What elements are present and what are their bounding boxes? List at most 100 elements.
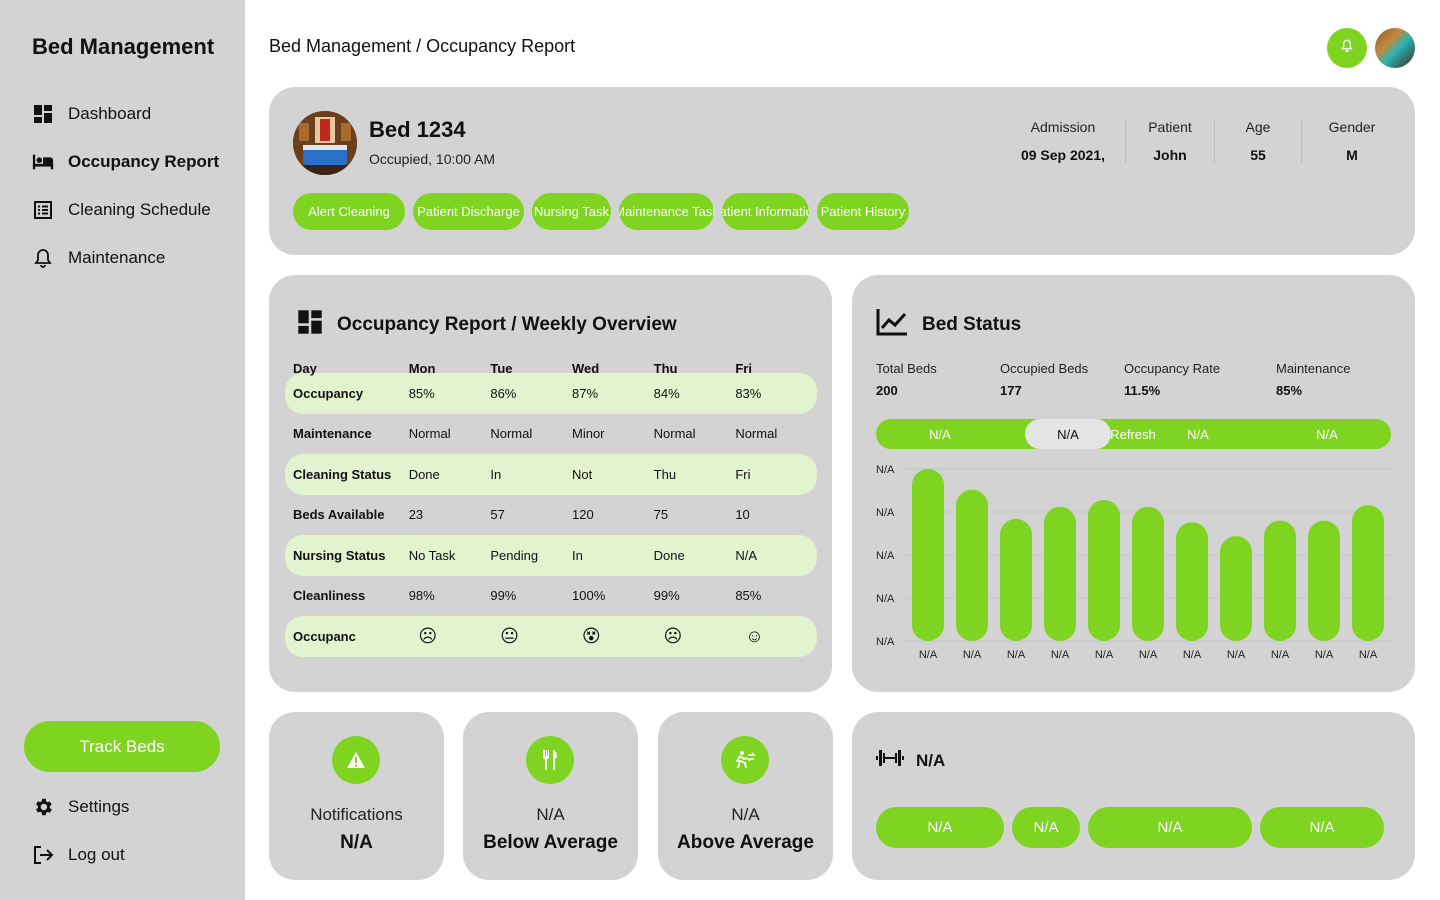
table-cell: 85% xyxy=(735,588,762,604)
chart-bar[interactable] xyxy=(1000,518,1032,641)
nursing-task-button[interactable]: Nursing Task xyxy=(532,193,611,230)
stat-label: Patient xyxy=(1148,119,1192,135)
status-toggle: N/A N/A Refresh N/A N/A xyxy=(876,419,1391,449)
table-cell: 57 xyxy=(490,507,505,523)
equipment-pill[interactable]: N/A xyxy=(1260,807,1384,848)
table-cell: Normal xyxy=(408,426,451,442)
stat-age: Age 55 xyxy=(1214,119,1301,163)
table-cell: 75 xyxy=(653,507,669,523)
row-label: Beds Available xyxy=(293,507,385,523)
equipment-pill[interactable]: N/A xyxy=(1088,807,1252,848)
nav-occupancy-report[interactable]: Occupancy Report xyxy=(32,151,219,173)
toggle-option[interactable]: N/A xyxy=(1296,419,1358,449)
table-cell: Thu xyxy=(653,466,677,482)
logout-link[interactable]: Log out xyxy=(32,844,125,866)
chart-bar[interactable] xyxy=(1088,499,1120,641)
notifications-button[interactable] xyxy=(1327,28,1367,68)
x-tick-label: N/A xyxy=(963,649,982,661)
x-tick-label: N/A xyxy=(1183,649,1202,661)
avatar[interactable] xyxy=(1375,28,1415,68)
x-tick-label: N/A xyxy=(1095,649,1114,661)
patient-discharge-button[interactable]: Patient Discharge xyxy=(413,193,524,230)
table-cell: 84% xyxy=(653,385,680,401)
maintenance-task-button[interactable]: Maintenance Task xyxy=(619,193,714,230)
track-beds-button[interactable]: Track Beds xyxy=(24,721,220,772)
row-label: Occupanc xyxy=(293,628,356,644)
weekly-overview-title: Occupancy Report / Weekly Overview xyxy=(337,314,677,335)
patient-history-button[interactable]: Patient History xyxy=(817,193,909,230)
table-cell: Normal xyxy=(490,426,533,442)
table-row: Occupanc ☹ 😐 😵 ☹ ☺ xyxy=(285,616,817,657)
alert-cleaning-button[interactable]: Alert Cleaning xyxy=(293,193,405,230)
weekly-overview-card: Occupancy Report / Weekly Overview Day M… xyxy=(269,275,832,692)
warning-icon xyxy=(332,736,380,784)
chart-bar[interactable] xyxy=(956,489,988,641)
table-row: Maintenance Normal Normal Minor Normal Normal xyxy=(285,414,817,455)
chart-bar[interactable] xyxy=(1264,520,1296,641)
stat-label: Gender xyxy=(1328,119,1376,135)
table-cell: No Task xyxy=(408,547,456,563)
chart-bar[interactable] xyxy=(912,469,944,641)
table-cell: Normal xyxy=(653,426,696,442)
breadcrumb: Bed Management / Occupancy Report xyxy=(269,36,576,56)
chart-bar[interactable] xyxy=(1132,506,1164,641)
y-tick-label: N/A xyxy=(876,464,895,476)
nav-cleaning-schedule[interactable]: Cleaning Schedule xyxy=(32,199,211,221)
tile-value: N/A xyxy=(340,832,373,853)
y-tick-label: N/A xyxy=(876,636,895,648)
stat-gender: Gender M xyxy=(1301,119,1391,163)
x-tick-label: N/A xyxy=(1271,649,1290,661)
stat-label: Maintenance xyxy=(1276,361,1351,376)
y-tick-label: N/A xyxy=(876,550,895,562)
list-icon xyxy=(32,199,54,221)
patient-information-button[interactable]: Patient Information xyxy=(722,193,809,230)
tile-label: N/A xyxy=(731,805,760,824)
bed-status-chart: N/A N/A N/A N/A N/A N/A N/A N/A N/A N/A N/A N/A N/A N… xyxy=(876,464,1390,661)
table-cell: 😐 xyxy=(500,625,519,646)
table-cell: In xyxy=(490,466,502,482)
row-label: Occupancy xyxy=(293,385,364,401)
dashboard-icon xyxy=(32,103,54,125)
header-cell: Fri xyxy=(735,360,752,376)
table-cell: ☺ xyxy=(745,625,764,646)
chart-bar[interactable] xyxy=(1044,506,1076,641)
occupied-beds-stat: Occupied Beds 177 xyxy=(1000,361,1124,398)
chart-bar[interactable] xyxy=(1220,536,1252,641)
equipment-pill[interactable]: N/A xyxy=(876,807,1004,848)
header-cell: Wed xyxy=(572,360,600,376)
nav-maintenance[interactable]: Maintenance xyxy=(32,247,165,269)
table-cell: In xyxy=(572,547,583,563)
table-cell: Normal xyxy=(735,426,778,442)
notifications-tile: Notifications N/A xyxy=(269,712,444,880)
equipment-pill[interactable]: N/A xyxy=(1012,807,1080,848)
chart-bar[interactable] xyxy=(1308,520,1340,641)
refresh-button[interactable]: Refresh xyxy=(1098,419,1168,449)
nav-cleaning-label: Cleaning Schedule xyxy=(68,200,211,219)
bell-icon xyxy=(1341,39,1353,57)
main-content: Bed Management / Occupancy Report Bed 12… xyxy=(245,0,1440,900)
table-cell: Pending xyxy=(490,547,539,563)
maintenance-stat: Maintenance 85% xyxy=(1276,361,1376,398)
tile-value: Below Average xyxy=(483,832,618,853)
stat-value: John xyxy=(1153,147,1187,163)
nav-dashboard-label: Dashboard xyxy=(68,104,152,123)
tile-value: Above Average xyxy=(677,832,814,853)
chart-bar[interactable] xyxy=(1176,522,1208,641)
table-cell: 99% xyxy=(653,588,680,604)
x-tick-label: N/A xyxy=(1359,649,1378,661)
table-cell: Done xyxy=(408,466,440,482)
table-cell: 23 xyxy=(408,507,424,523)
row-label: Cleaning Status xyxy=(293,466,392,482)
toggle-option[interactable]: N/A xyxy=(1168,419,1228,449)
table-body: Occupancy 85% 86% 87% 84% 83% Maintenance Norma… xyxy=(285,373,817,657)
stat-label: Admission xyxy=(1030,119,1096,135)
x-tick-label: N/A xyxy=(1227,649,1246,661)
toggle-option[interactable]: N/A xyxy=(876,419,1004,449)
table-row: Occupancy 85% 86% 87% 84% 83% xyxy=(285,373,817,414)
nav-dashboard[interactable]: Dashboard xyxy=(32,103,151,125)
settings-link[interactable]: Settings xyxy=(32,796,129,818)
meals-tile: N/A Below Average xyxy=(463,712,638,880)
sidebar: Bed Management Dashboard Occupancy Repor… xyxy=(0,0,245,900)
x-tick-label: N/A xyxy=(919,649,938,661)
chart-bar[interactable] xyxy=(1352,505,1384,641)
